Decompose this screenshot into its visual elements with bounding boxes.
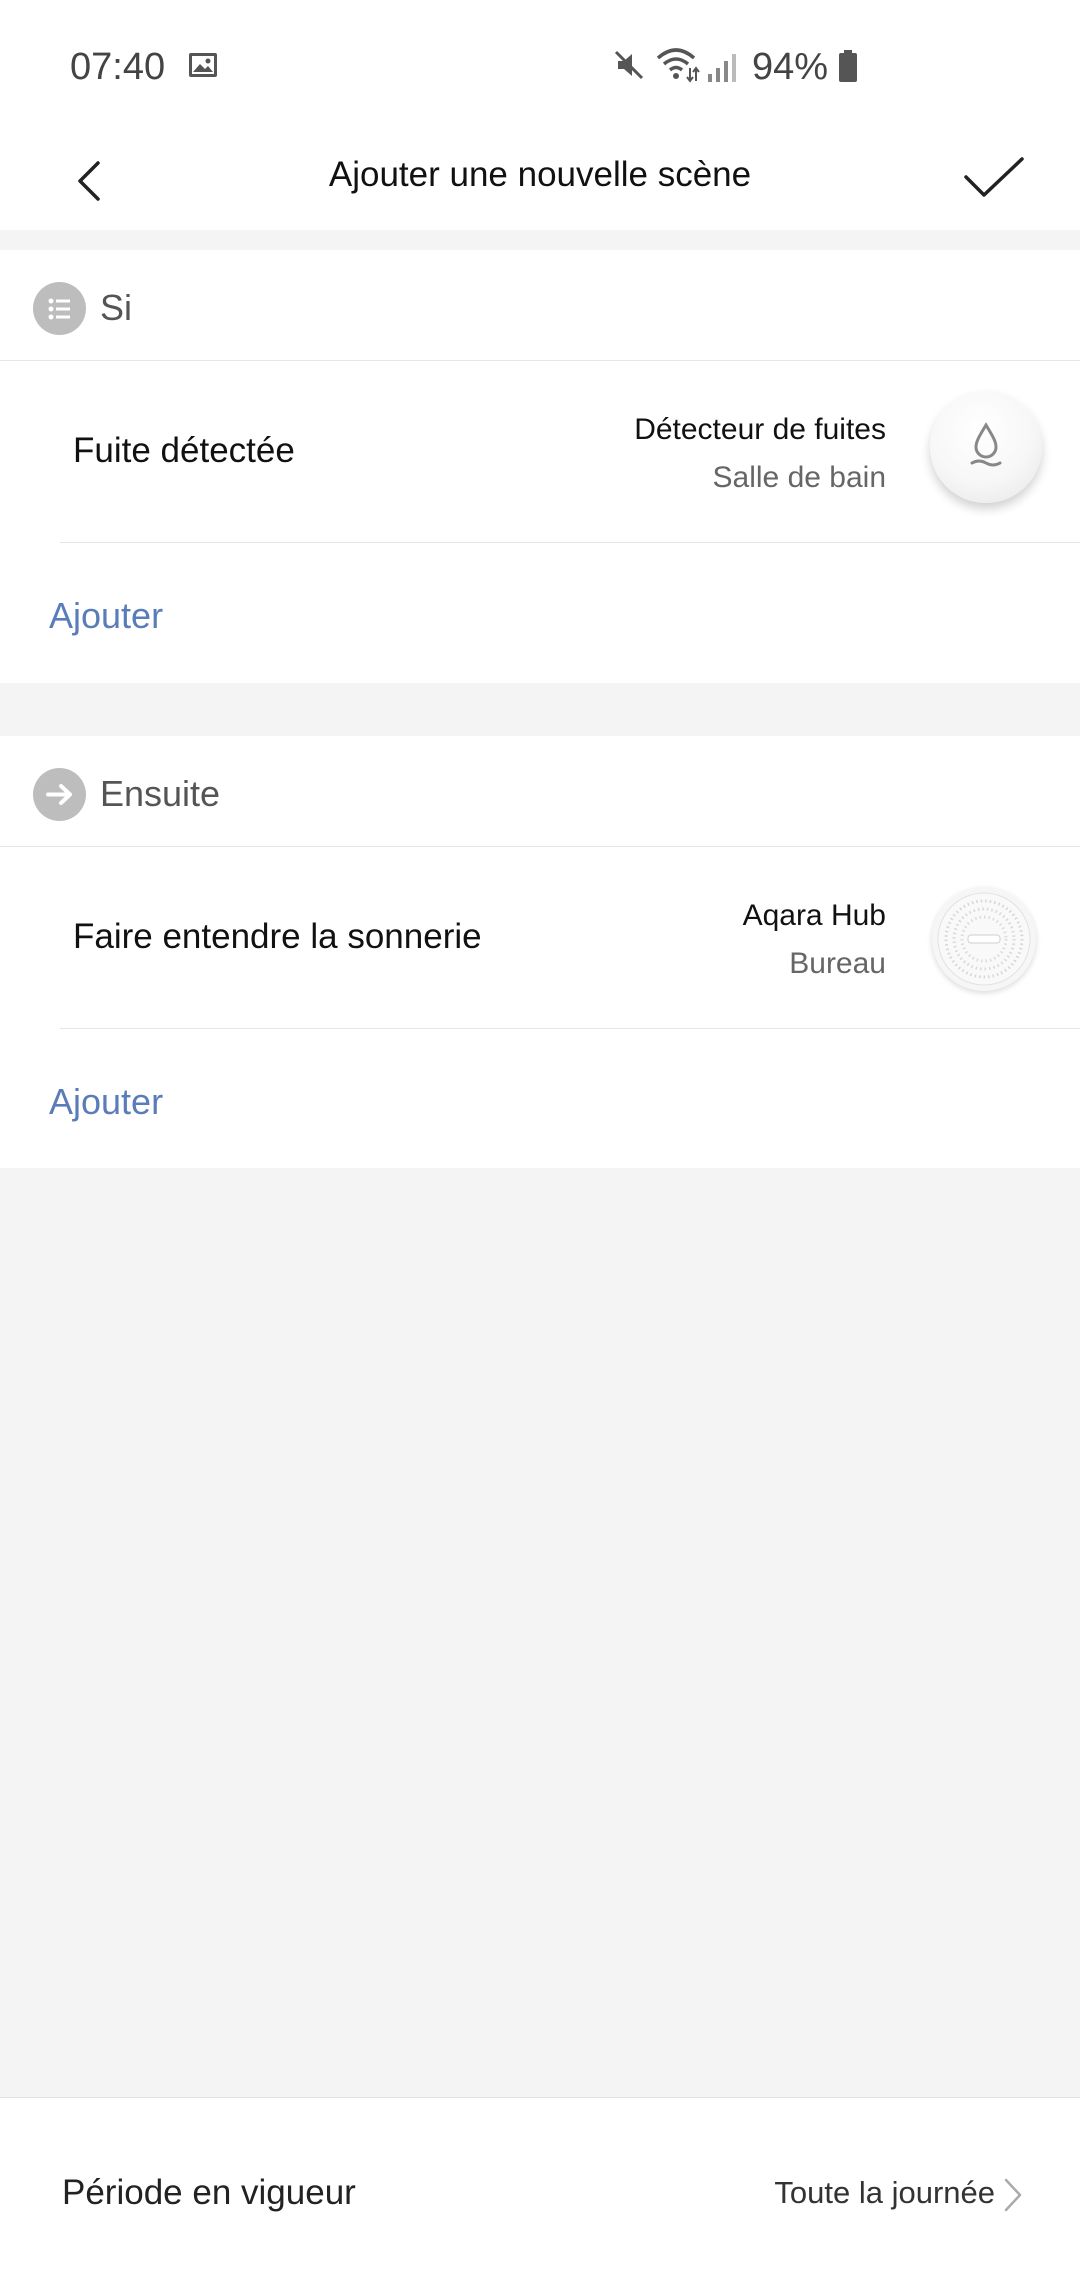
- period-label: Période en vigueur: [62, 2173, 356, 2212]
- signal-icon: [708, 54, 736, 82]
- action-label: Faire entendre la sonnerie: [73, 917, 482, 956]
- status-time: 07:40: [70, 46, 166, 88]
- action-row[interactable]: Faire entendre la sonnerie Aqara Hub Bur…: [0, 847, 1080, 1029]
- condition-header: Si: [0, 250, 1080, 361]
- period-value: Toute la journée: [774, 2175, 995, 2210]
- battery-percent: 94%: [752, 46, 829, 88]
- section-label: Si: [100, 287, 133, 328]
- section-label: Ensuite: [100, 773, 221, 814]
- divider: [60, 1028, 1080, 1029]
- mute-icon: [614, 50, 644, 80]
- checkmark-icon: [964, 157, 1024, 197]
- battery-icon: [839, 50, 857, 82]
- period-row[interactable]: Période en vigueur Toute la journée: [0, 2097, 1080, 2281]
- divider: [60, 542, 1080, 543]
- condition-row[interactable]: Fuite détectée Détecteur de fuites Salle…: [0, 361, 1080, 543]
- status-bar: 07:40 94%: [0, 0, 1080, 135]
- device-room: Salle de bain: [712, 461, 886, 494]
- arrow-right-icon: [33, 768, 86, 821]
- image-icon: [189, 53, 217, 77]
- list-icon: [33, 282, 86, 335]
- action-section: Ensuite Faire entendre la sonnerie Aqara…: [0, 736, 1080, 1168]
- device-name: Aqara Hub: [742, 899, 886, 932]
- device-name: Détecteur de fuites: [634, 413, 886, 446]
- hub-icon: [932, 887, 1036, 991]
- app-header: Ajouter une nouvelle scène: [0, 135, 1080, 230]
- condition-label: Fuite détectée: [73, 431, 295, 470]
- wifi-icon: [656, 48, 700, 83]
- device-room: Bureau: [789, 947, 886, 980]
- chevron-right-icon: [1004, 2178, 1022, 2212]
- page-title: Ajouter une nouvelle scène: [328, 155, 752, 194]
- confirm-button[interactable]: [960, 143, 1028, 213]
- water-leak-sensor-icon: [930, 391, 1042, 503]
- add-action-link[interactable]: Ajouter: [49, 1081, 163, 1123]
- action-header: Ensuite: [0, 736, 1080, 847]
- add-condition-link[interactable]: Ajouter: [49, 595, 163, 637]
- condition-section: Si Fuite détectée Détecteur de fuites Sa…: [0, 250, 1080, 683]
